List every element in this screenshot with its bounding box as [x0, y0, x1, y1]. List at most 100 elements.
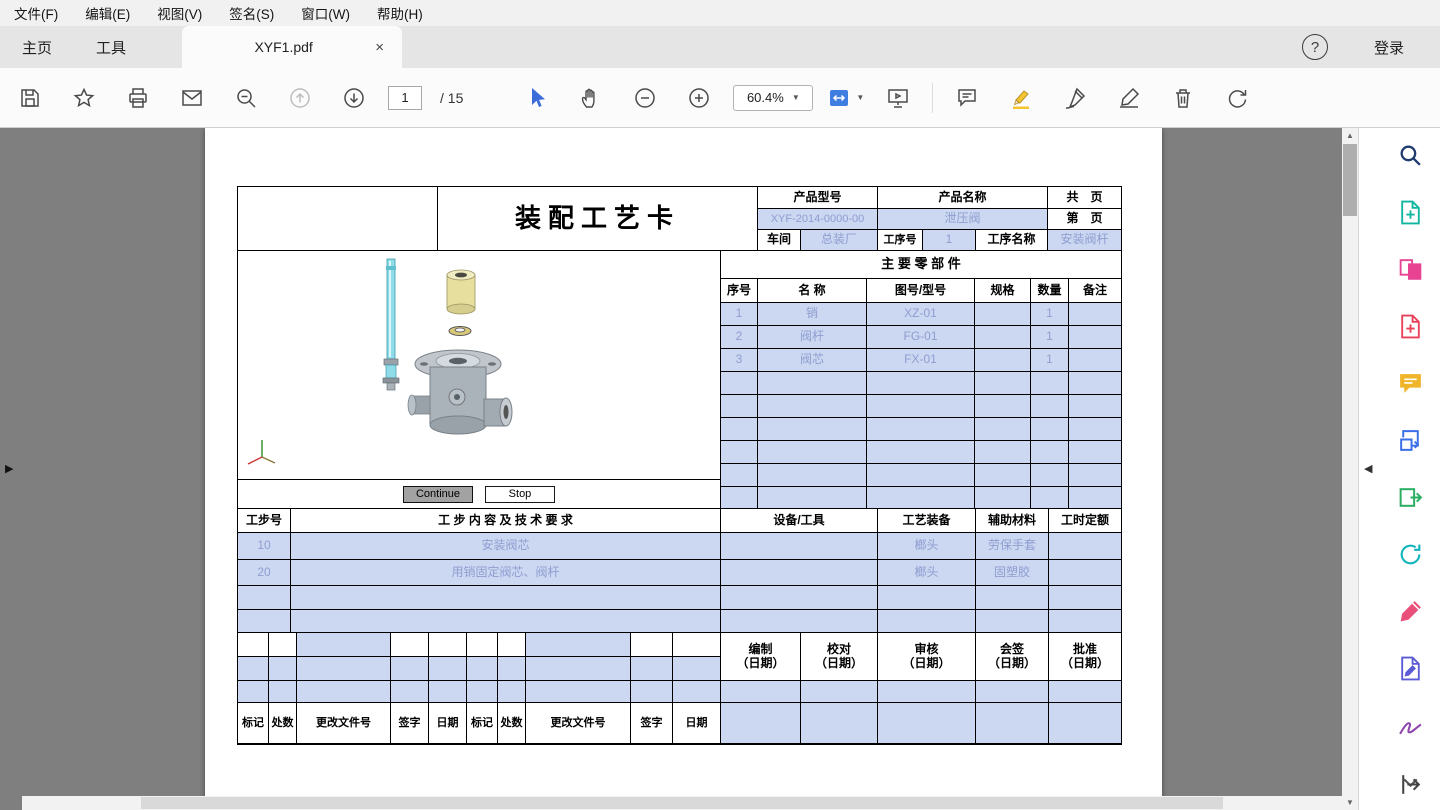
- parts-cell: [975, 349, 1031, 372]
- select-tool-button[interactable]: [517, 78, 557, 118]
- assembly-process-card: 装配工艺卡 产品型号 产品名称 共 页 XYF-2014-0000-00 泄压阀: [237, 186, 1122, 745]
- approval-col-prepared: 编制 （日期）: [721, 633, 801, 681]
- revision-col-mark: 标记: [238, 703, 269, 744]
- comments-panel-button[interactable]: [1397, 370, 1424, 397]
- convert-pages-icon: [1397, 427, 1424, 454]
- parts-cell: XZ-01: [867, 303, 975, 326]
- vertical-scrollbar-thumb[interactable]: [1343, 144, 1357, 216]
- parts-table-row: [721, 464, 1121, 487]
- page-number-input[interactable]: [388, 86, 422, 110]
- highlight-button[interactable]: [1001, 78, 1041, 118]
- menu-sign[interactable]: 签名(S): [223, 1, 280, 25]
- trash-icon: [1171, 86, 1195, 110]
- menu-view[interactable]: 视图(V): [151, 1, 208, 25]
- approval-header-row: 编制 （日期） 校对 （日期） 审核 （日期） 会签 （日期） 批准 （日期）: [721, 633, 1121, 681]
- document-canvas[interactable]: 装配工艺卡 产品型号 产品名称 共 页 XYF-2014-0000-00 泄压阀: [22, 128, 1342, 810]
- highlighter-icon: [1009, 86, 1033, 110]
- steps-col-no: 工步号: [238, 509, 291, 533]
- zoom-out-icon: [633, 86, 657, 110]
- revision-header-row: 标记 处数 更改文件号 签字 日期 标记 处数 更改文件号 签字 日期: [238, 703, 720, 744]
- convert-pages-button[interactable]: [1397, 427, 1424, 454]
- collapse-right-panel-icon[interactable]: ◀: [1364, 462, 1372, 475]
- favorite-button[interactable]: [64, 78, 104, 118]
- email-icon: [180, 86, 204, 110]
- print-button[interactable]: [118, 78, 158, 118]
- parts-cell: 1: [721, 303, 758, 326]
- marquee-zoom-button[interactable]: [226, 78, 266, 118]
- steps-cell: 10: [238, 533, 291, 560]
- tab-close-icon[interactable]: ×: [371, 39, 388, 56]
- parts-col-remark: 备注: [1069, 279, 1121, 303]
- zoom-in-button[interactable]: [679, 78, 719, 118]
- expand-left-panel-icon[interactable]: ▶: [5, 462, 13, 475]
- search-tool-button[interactable]: [1397, 142, 1424, 169]
- next-page-button[interactable]: [334, 78, 374, 118]
- menu-window[interactable]: 窗口(W): [295, 1, 356, 25]
- steps-col-aux: 辅助材料: [976, 509, 1049, 533]
- rotate-view-button[interactable]: [1217, 78, 1257, 118]
- parts-cell: [1069, 349, 1121, 372]
- revision-col-date: 日期: [429, 703, 467, 744]
- stop-button[interactable]: Stop: [485, 486, 555, 503]
- tab-tools[interactable]: 工具: [74, 26, 148, 68]
- email-button[interactable]: [172, 78, 212, 118]
- tab-home[interactable]: 主页: [0, 26, 74, 68]
- revision-col-date2: 日期: [673, 703, 720, 744]
- main-area: ▶ 装配工艺卡 产品型号 产品名称 共: [0, 128, 1440, 810]
- signature-button[interactable]: [1397, 712, 1424, 739]
- tab-bar: 主页 工具 XYF1.pdf × ? 登录: [0, 26, 1440, 68]
- steps-cell: [1049, 533, 1121, 560]
- revision-row: [238, 681, 720, 703]
- pdf-page: 装配工艺卡 产品型号 产品名称 共 页 XYF-2014-0000-00 泄压阀: [205, 128, 1162, 810]
- fit-width-icon: [827, 86, 851, 110]
- login-button[interactable]: 登录: [1374, 37, 1404, 58]
- steps-cell: [721, 560, 878, 586]
- horizontal-scrollbar[interactable]: [22, 796, 1342, 810]
- steps-table-row: [238, 586, 1121, 610]
- revision-col-count2: 处数: [498, 703, 526, 744]
- tab-document[interactable]: XYF1.pdf ×: [182, 26, 402, 68]
- add-page-button[interactable]: [1397, 199, 1424, 226]
- stamp-sign-button[interactable]: [1109, 78, 1149, 118]
- edit-pdf-button[interactable]: [1397, 655, 1424, 682]
- zoom-in-icon: [687, 86, 711, 110]
- organize-pages-button[interactable]: [1397, 256, 1424, 283]
- panel-toggle-icon: [1397, 771, 1424, 798]
- revision-col-mark2: 标记: [467, 703, 498, 744]
- fill-sign-button[interactable]: [1397, 598, 1424, 625]
- parts-cell: 3: [721, 349, 758, 372]
- vertical-scrollbar[interactable]: ▲ ▼: [1342, 128, 1358, 810]
- part-3d-preview: [238, 251, 720, 479]
- steps-table-row: 20 用销固定阀芯、阀杆 榔头 固塑胶: [238, 560, 1121, 586]
- pdf-reader-window: 文件(F) 编辑(E) 视图(V) 签名(S) 窗口(W) 帮助(H) 主页 工…: [0, 0, 1440, 810]
- zoom-level-select[interactable]: 60.4% ▼: [733, 85, 813, 111]
- save-button[interactable]: [10, 78, 50, 118]
- zoom-out-button[interactable]: [625, 78, 665, 118]
- comment-button[interactable]: [947, 78, 987, 118]
- hand-tool-button[interactable]: [571, 78, 611, 118]
- previous-page-button[interactable]: [280, 78, 320, 118]
- horizontal-scrollbar-thumb[interactable]: [141, 797, 1223, 809]
- panel-toggle-button[interactable]: [1397, 771, 1424, 798]
- delete-button[interactable]: [1163, 78, 1203, 118]
- export-pdf-button[interactable]: [1397, 484, 1424, 511]
- menu-help[interactable]: 帮助(H): [371, 1, 429, 25]
- revision-col-docno: 更改文件号: [297, 703, 391, 744]
- approval-col-reviewed: 审核 （日期）: [878, 633, 976, 681]
- pdf-convert-button[interactable]: [1397, 541, 1424, 568]
- scroll-down-icon[interactable]: ▼: [1342, 798, 1358, 807]
- ink-sign-button[interactable]: [1055, 78, 1095, 118]
- presentation-button[interactable]: [878, 78, 918, 118]
- create-pdf-button[interactable]: [1397, 313, 1424, 340]
- menu-file[interactable]: 文件(F): [8, 1, 64, 25]
- parts-col-drawing: 图号/型号: [867, 279, 975, 303]
- sign-icon: [1117, 86, 1141, 110]
- process-name-value: 安装阀杆: [1048, 230, 1121, 251]
- scroll-up-icon[interactable]: ▲: [1342, 131, 1358, 140]
- fit-width-button[interactable]: ▼: [827, 86, 864, 110]
- steps-col-equipment: 设备/工具: [721, 509, 878, 533]
- help-icon[interactable]: ?: [1302, 34, 1328, 60]
- search-icon: [1397, 142, 1424, 169]
- menu-edit[interactable]: 编辑(E): [79, 1, 136, 25]
- continue-button[interactable]: Continue: [403, 486, 473, 503]
